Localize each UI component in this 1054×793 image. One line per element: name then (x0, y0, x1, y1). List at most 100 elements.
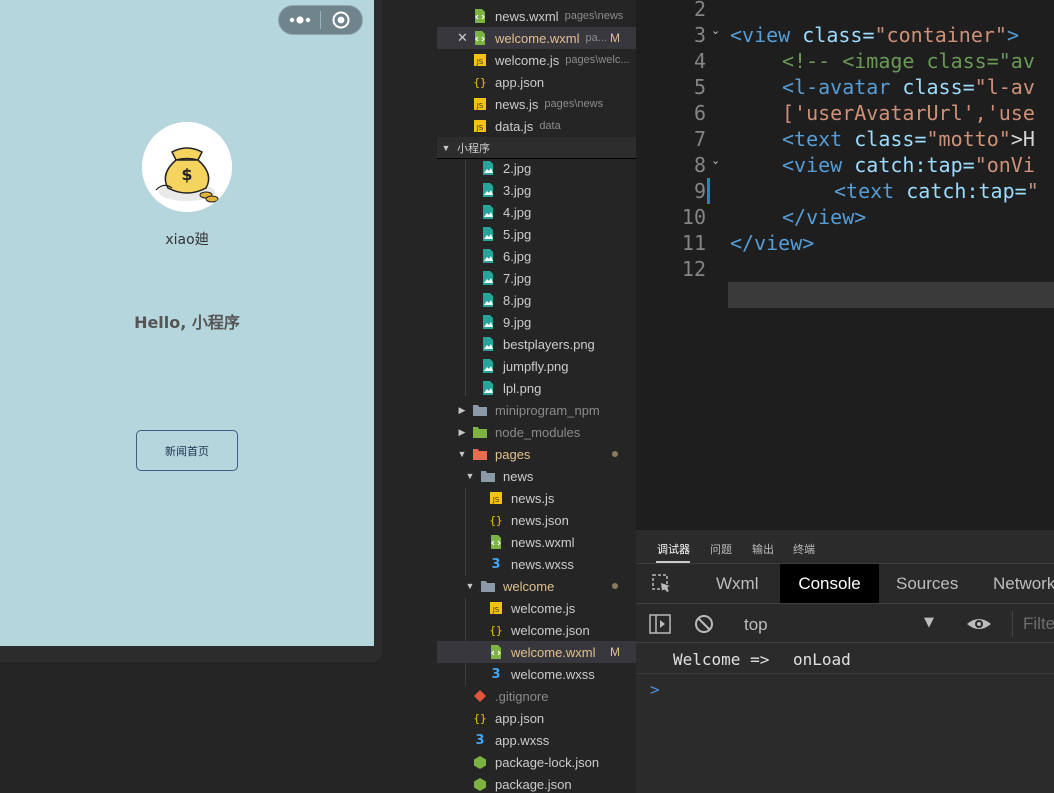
open-editor-item[interactable]: news.wxml pages\news (437, 5, 636, 27)
file-item[interactable]: 4.jpg (437, 201, 636, 223)
code-token: </view> (782, 205, 867, 229)
file-item[interactable]: JS news.js (437, 487, 636, 509)
file-item[interactable]: package-lock.json (437, 751, 636, 773)
log-message: Welcome => (673, 650, 770, 669)
folder-welcome[interactable]: ▼ welcome (437, 575, 636, 597)
svg-text:JS: JS (492, 496, 500, 504)
image-file-icon (481, 227, 495, 241)
open-editor-item-active[interactable]: ✕ welcome.wxml pa... M (437, 27, 636, 49)
tab-console[interactable]: Console (780, 564, 879, 603)
eye-icon[interactable] (966, 614, 992, 638)
close-icon[interactable]: ✕ (457, 30, 468, 46)
chevron-right-icon: ▶ (458, 426, 466, 437)
open-editor-item[interactable]: JS data.js data (437, 115, 636, 137)
folder-pages[interactable]: ▼ pages (437, 443, 636, 465)
filter-input[interactable]: Filte (1012, 611, 1054, 637)
open-editor-item[interactable]: {} app.json (437, 71, 636, 93)
tab-output[interactable]: 输出 (752, 541, 774, 557)
code-token: " (1026, 179, 1039, 203)
clear-console-icon[interactable] (694, 614, 714, 638)
file-name: welcome.js (511, 600, 576, 616)
file-item[interactable]: welcome.wxml M (437, 641, 636, 663)
svg-text:JS: JS (476, 102, 484, 110)
project-title: 小程序 (457, 142, 490, 155)
code-token: <view (782, 153, 843, 177)
file-path: data (539, 120, 561, 132)
tab-problems[interactable]: 问题 (710, 541, 732, 557)
file-item[interactable]: 3 app.wxss (437, 729, 636, 751)
file-name: welcome.js (495, 52, 560, 68)
line-number: 8 (693, 153, 706, 177)
file-item[interactable]: news.wxml (437, 531, 636, 553)
file-item[interactable]: 9.jpg (437, 311, 636, 333)
target-circle-icon[interactable] (321, 6, 362, 34)
file-item[interactable]: jumpfly.png (437, 355, 636, 377)
open-editor-item[interactable]: JS welcome.js pages\welc... (437, 49, 636, 71)
file-item[interactable]: 6.jpg (437, 245, 636, 267)
file-item[interactable]: {} app.json (437, 707, 636, 729)
simulator-frame: $ xiao廸 Hello, 小程序 新闻首页 (0, 0, 382, 662)
file-item[interactable]: 8.jpg (437, 289, 636, 311)
chevron-down-icon: ▼ (465, 581, 475, 591)
current-line-highlight (728, 282, 1054, 308)
capsule-menu[interactable] (278, 5, 363, 35)
tab-terminal[interactable]: 终端 (793, 541, 815, 557)
file-item[interactable]: {} news.json (437, 509, 636, 531)
code-line-6: <text class="motto">H (782, 126, 1035, 152)
code-editor[interactable]: 2 3 4 5 6 7 8 9 10 11 12 ⌄ ⌄ <view class="containe… (636, 0, 1054, 530)
image-file-icon (481, 315, 495, 329)
folder-news[interactable]: ▼ news (437, 465, 636, 487)
file-item[interactable]: 3 welcome.wxss (437, 663, 636, 685)
modified-dot (612, 583, 618, 589)
file-item[interactable]: 2.jpg (437, 157, 636, 179)
tab-debugger[interactable]: 调试器 (657, 541, 690, 557)
news-home-button[interactable]: 新闻首页 (136, 430, 238, 471)
fold-chevron-icon[interactable]: ⌄ (711, 154, 720, 167)
tab-wxml[interactable]: Wxml (716, 564, 758, 603)
file-name: 2.jpg (503, 160, 532, 176)
more-dots-icon[interactable] (279, 6, 320, 34)
svg-text:JS: JS (492, 606, 500, 614)
tab-sources[interactable]: Sources (896, 564, 958, 603)
debugger-tab-bar: 调试器 问题 输出 终端 (636, 530, 1054, 564)
inspect-element-icon[interactable] (652, 574, 672, 598)
file-item[interactable]: bestplayers.png (437, 333, 636, 355)
folder-node-modules[interactable]: ▶ node_modules (437, 421, 636, 443)
js-file-icon: JS (489, 491, 503, 505)
js-file-icon: JS (473, 53, 487, 67)
file-item[interactable]: .gitignore (437, 685, 636, 707)
file-item[interactable]: JS welcome.js (437, 597, 636, 619)
chevron-down-icon[interactable]: ▼ (924, 615, 934, 630)
open-editor-item[interactable]: JS news.js pages\news (437, 93, 636, 115)
code-token: class= (902, 75, 975, 99)
context-select[interactable]: top (744, 615, 768, 635)
sidebar-toggle-icon[interactable] (649, 614, 671, 638)
project-section-header[interactable]: ▼ 小程序 (437, 137, 636, 159)
file-item[interactable]: 5.jpg (437, 223, 636, 245)
money-bag-avatar[interactable]: $ (142, 122, 232, 212)
image-file-icon (481, 381, 495, 395)
image-file-icon (481, 205, 495, 219)
line-number: 9 (693, 179, 706, 203)
file-name: 9.jpg (503, 314, 532, 330)
file-item[interactable]: 7.jpg (437, 267, 636, 289)
folder-open-icon (481, 579, 495, 593)
folder-miniprogram-npm[interactable]: ▶ miniprogram_npm (437, 399, 636, 421)
code-token: </view> (730, 231, 815, 255)
wxml-file-icon (473, 31, 487, 45)
active-tab-indicator (656, 561, 690, 563)
file-item[interactable]: package.json (437, 773, 636, 793)
file-item[interactable]: 3.jpg (437, 179, 636, 201)
json-file-icon: {} (489, 623, 503, 637)
tab-network[interactable]: Network (993, 564, 1054, 603)
file-item[interactable]: 3 news.wxss (437, 553, 636, 575)
image-file-icon (481, 161, 495, 175)
file-item[interactable]: {} welcome.json (437, 619, 636, 641)
svg-text:$: $ (181, 165, 192, 184)
fold-chevron-icon[interactable]: ⌄ (711, 24, 720, 37)
line-number: 6 (693, 101, 706, 125)
code-line-8: <text catch:tap=" (834, 178, 1039, 204)
console-prompt[interactable]: > (650, 680, 660, 699)
file-item[interactable]: lpl.png (437, 377, 636, 399)
panel-gap (382, 0, 437, 793)
